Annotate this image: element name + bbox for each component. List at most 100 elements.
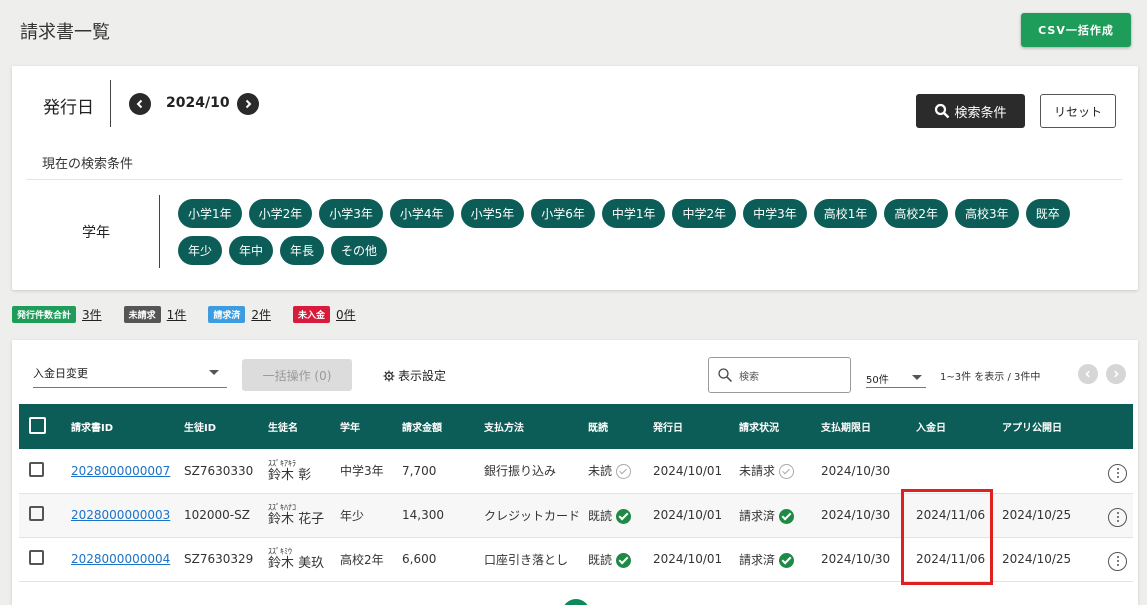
student-name-cell: ｽｽﾞｷｱｷﾗ 鈴木 彰	[260, 449, 332, 494]
summary-tag: 発行件数合計	[12, 306, 77, 323]
invoice-id-cell: 2028000000007	[63, 449, 176, 494]
check-circle-icon	[779, 464, 795, 480]
chevron-left-icon	[136, 99, 143, 109]
summary-count[interactable]: 0件	[336, 306, 356, 323]
more-vert-icon[interactable]	[1108, 551, 1128, 571]
row-actions-cell	[1100, 493, 1133, 538]
amount: 6,600	[394, 537, 476, 582]
payment-method: クレジットカード	[476, 493, 581, 538]
student-name: 鈴木 花子	[268, 512, 325, 527]
grade-chip[interactable]: 小学2年	[248, 199, 313, 228]
more-vert-icon[interactable]	[1108, 463, 1128, 483]
issue-date-label: 発行日	[43, 98, 94, 118]
prev-page-button[interactable]	[1078, 364, 1098, 384]
grade-chip[interactable]: 高校3年	[955, 199, 1019, 228]
summary-bar: 発行件数合計 3件 未請求 1件 請求済 2件 未入金 0件	[12, 306, 378, 323]
invoice-id-cell: 2028000000004	[63, 537, 176, 582]
search-conditions-button[interactable]: 検索条件	[916, 94, 1025, 128]
check-circle-icon	[616, 464, 632, 480]
billing-status: 未請求	[739, 464, 776, 479]
publish-date: 2024/10/25	[994, 493, 1101, 538]
due-date: 2024/10/30	[813, 537, 909, 582]
amount: 14,300	[394, 493, 476, 538]
search-input[interactable]: 検索	[708, 357, 851, 393]
current-month: 2024/10	[166, 95, 230, 111]
student-id: SZ7630330	[176, 449, 260, 494]
read-status: 既読	[588, 508, 613, 523]
grade-chip[interactable]: 中学2年	[672, 199, 737, 228]
paid-date	[908, 449, 995, 494]
grade: 中学3年	[332, 449, 394, 494]
grade-chip[interactable]: 既卒	[1025, 199, 1070, 228]
csv-create-button[interactable]: CSV一括作成	[1021, 13, 1131, 47]
summary-count[interactable]: 1件	[167, 306, 187, 323]
read-cell: 既読	[580, 493, 646, 538]
invoice-id-link[interactable]: 2028000000007	[71, 464, 170, 478]
chevron-right-icon	[1114, 370, 1119, 378]
reset-button[interactable]: リセット	[1040, 94, 1116, 128]
student-furigana: ｽｽﾞｷﾐｳ	[268, 547, 292, 556]
range-text: 1~3件 を表示 / 3件中	[940, 372, 1041, 383]
col-header: 支払期限日	[821, 423, 872, 434]
display-settings-label: 表示設定	[398, 369, 447, 383]
grade-chip[interactable]: 小学6年	[531, 199, 595, 228]
grade: 高校2年	[332, 537, 394, 582]
bulk-action-select-value: 入金日変更	[33, 367, 88, 380]
grade-chip[interactable]: 小学1年	[178, 199, 242, 228]
invoice-id-link[interactable]: 2028000000004	[71, 552, 170, 566]
grade-chip[interactable]: 高校1年	[813, 199, 878, 228]
col-header: 生徒ID	[184, 423, 217, 434]
prev-month-button[interactable]	[129, 93, 151, 115]
grade-chip[interactable]: 小学3年	[319, 199, 383, 228]
col-header: 学年	[340, 423, 360, 434]
more-vert-icon[interactable]	[1108, 507, 1128, 527]
bulk-operation-button[interactable]: 一括操作 (0)	[242, 359, 352, 391]
next-month-button[interactable]	[237, 93, 259, 115]
grade-chip[interactable]: 年少	[178, 236, 223, 265]
check-circle-icon	[616, 508, 632, 524]
col-header: 請求書ID	[71, 423, 114, 434]
billing-status: 請求済	[739, 508, 776, 523]
bulk-action-select[interactable]: 入金日変更	[33, 360, 227, 388]
invoice-id-link[interactable]: 2028000000003	[71, 508, 170, 522]
grade-chip[interactable]: 小学4年	[389, 199, 454, 228]
check-circle-icon	[616, 552, 632, 568]
status-cell: 請求済	[731, 493, 814, 538]
grade-chip[interactable]: 年長	[280, 236, 325, 265]
search-icon	[935, 103, 950, 119]
col-header: 発行日	[653, 423, 684, 434]
divider	[159, 195, 160, 268]
highlight-box	[901, 489, 993, 585]
student-name: 鈴木 彰	[268, 467, 312, 483]
row-checkbox[interactable]	[29, 550, 44, 565]
per-page-select[interactable]: 50件	[866, 364, 926, 388]
row-select-cell	[19, 493, 63, 538]
grade-chip[interactable]: 小学5年	[460, 199, 525, 228]
grade-label: 学年	[82, 225, 110, 241]
grade-chip[interactable]: 中学1年	[601, 199, 666, 228]
issue-date: 2024/10/01	[645, 493, 732, 538]
row-checkbox[interactable]	[29, 506, 44, 521]
due-date: 2024/10/30	[813, 449, 909, 494]
grade-chip[interactable]: その他	[331, 236, 388, 265]
student-furigana: ｽｽﾞｷｱｷﾗ	[268, 458, 296, 468]
summary-count[interactable]: 3件	[82, 306, 102, 323]
status-cell: 未請求	[731, 449, 814, 494]
grade-chip-list: 小学1年 小学2年 小学3年 小学4年 小学5年 小学6年 中学1年 中学2年 中学3年 高校1年…	[178, 199, 1108, 265]
summary-count[interactable]: 2件	[251, 306, 271, 323]
read-status: 既読	[588, 552, 613, 567]
due-date: 2024/10/30	[813, 493, 909, 538]
row-checkbox[interactable]	[29, 461, 44, 477]
row-select-cell	[19, 537, 63, 582]
col-header: 支払方法	[484, 423, 524, 434]
grade-chip[interactable]: 年中	[229, 236, 274, 265]
student-id: SZ7630329	[176, 537, 260, 582]
divider	[110, 80, 111, 127]
grade-chip[interactable]: 高校2年	[884, 199, 949, 228]
grade-chip[interactable]: 中学3年	[743, 199, 807, 228]
display-settings-button[interactable]: 表示設定	[383, 367, 446, 384]
select-all-cell	[19, 404, 63, 449]
select-all-checkbox[interactable]	[29, 416, 46, 434]
student-id: 102000-SZ	[176, 493, 260, 538]
next-page-button[interactable]	[1106, 364, 1126, 384]
